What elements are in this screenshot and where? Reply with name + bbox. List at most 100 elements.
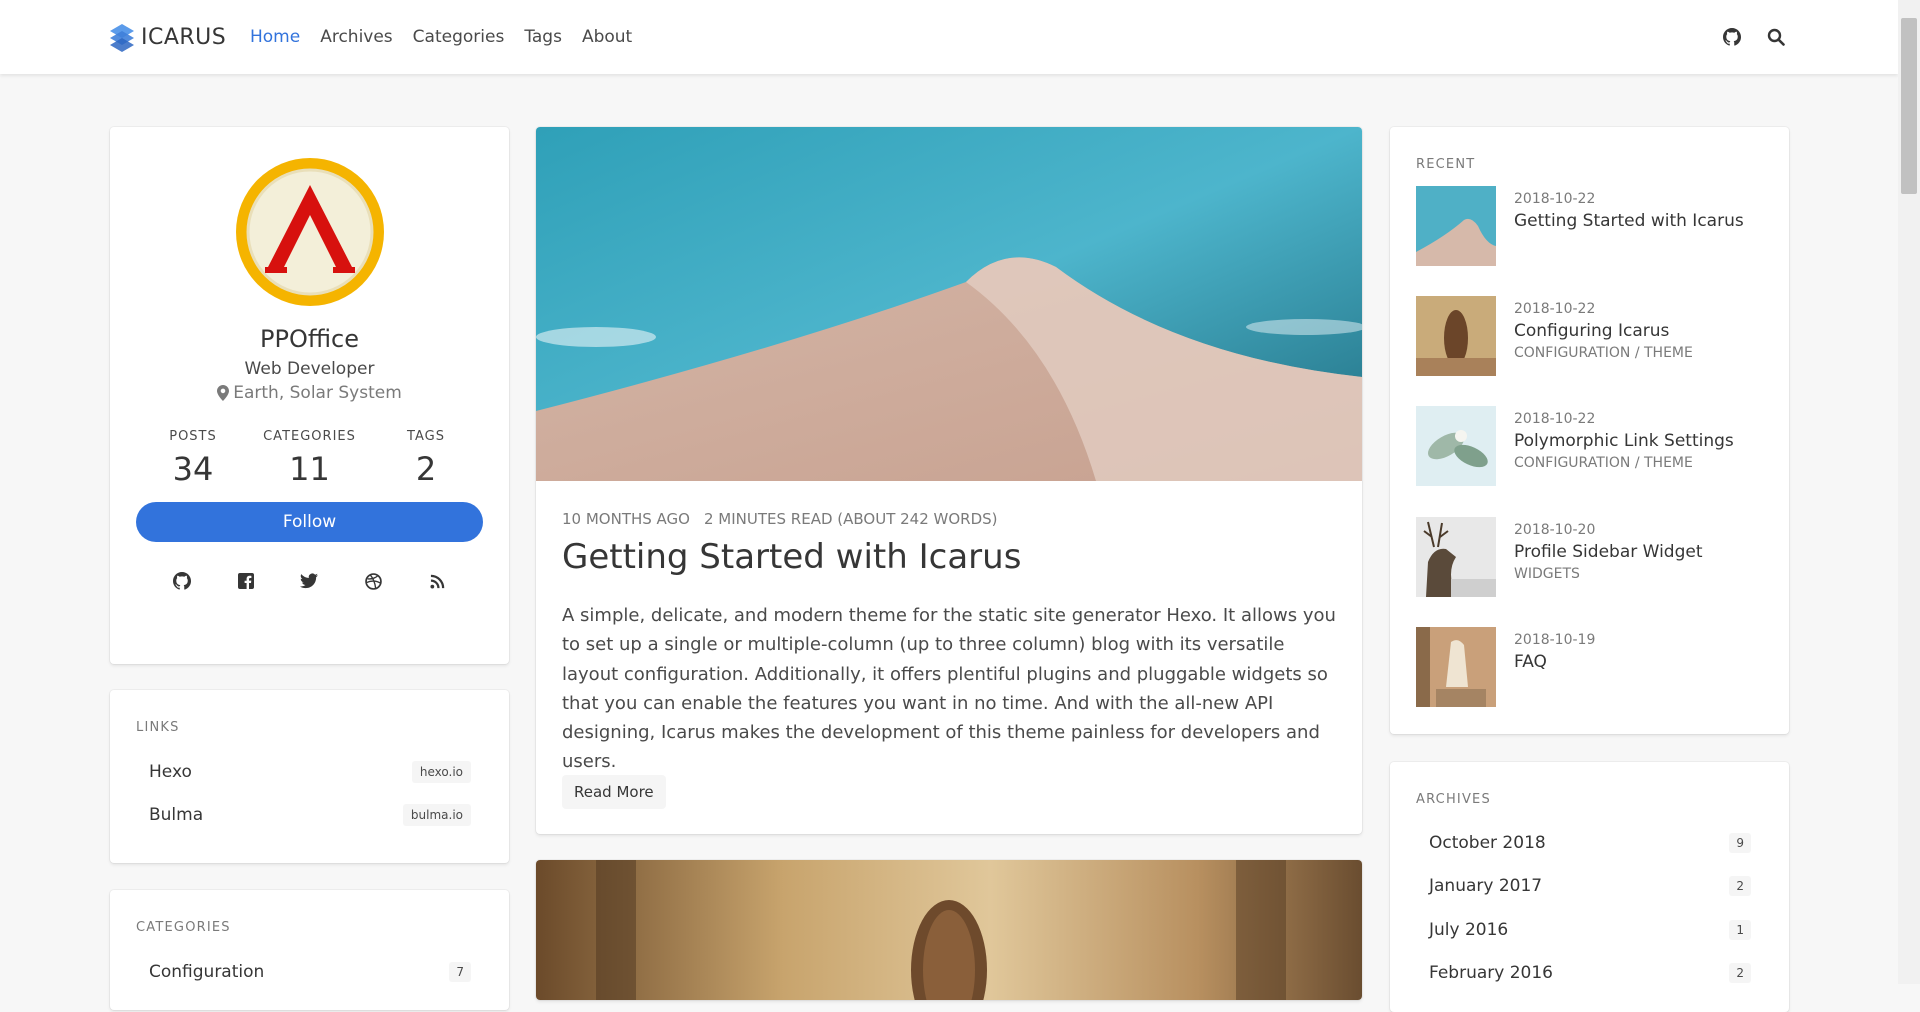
archive-month[interactable]: July 2016 <box>1416 920 1508 940</box>
recent-post-date: 2018-10-20 <box>1514 522 1596 538</box>
recent-post-item[interactable]: 2018-10-22 Configuring Icarus CONFIGURAT… <box>1416 296 1766 376</box>
recent-post-thumbnail[interactable] <box>1416 627 1496 707</box>
profile-title: Web Developer <box>244 359 375 379</box>
nav-actions <box>1722 0 1786 74</box>
post-time: 10 MONTHS AGO <box>562 510 690 528</box>
recent-post-item[interactable]: 2018-10-20 Profile Sidebar Widget WIDGET… <box>1416 517 1766 597</box>
recent-post-title[interactable]: FAQ <box>1514 652 1595 672</box>
page-scrollbar[interactable] <box>1898 0 1920 984</box>
post-cover-image[interactable] <box>536 127 1362 481</box>
post-title[interactable]: Getting Started with Icarus <box>562 537 1021 577</box>
stat-value: 34 <box>172 450 214 488</box>
stat-label: POSTS <box>169 429 217 444</box>
follow-button[interactable]: Follow <box>136 502 483 542</box>
archive-count: 9 <box>1729 833 1751 853</box>
archive-item[interactable]: January 2017 2 <box>1416 871 1751 901</box>
recent-posts-widget: RECENT 2018-10-22 Getting Started with I… <box>1390 127 1789 734</box>
archive-month[interactable]: February 2016 <box>1416 963 1553 983</box>
recent-post-item[interactable]: 2018-10-22 Polymorphic Link Settings CON… <box>1416 406 1766 486</box>
stat-value: 11 <box>289 450 330 488</box>
recent-post-date: 2018-10-22 <box>1514 411 1596 427</box>
categories-widget: CATEGORIES Configuration 7 <box>110 890 509 1010</box>
archive-item[interactable]: July 2016 1 <box>1416 915 1751 945</box>
read-more-button[interactable]: Read More <box>562 775 666 809</box>
post-excerpt: A simple, delicate, and modern theme for… <box>562 605 1336 773</box>
github-icon[interactable] <box>171 570 193 592</box>
post-read-time: 2 MINUTES READ (ABOUT 242 WORDS) <box>703 510 998 528</box>
stat-label: CATEGORIES <box>263 429 356 444</box>
recent-post-thumbnail[interactable] <box>1416 186 1496 266</box>
post-meta: 10 MONTHS AGO 2 MINUTES READ (ABOUT 242 … <box>562 510 998 528</box>
scrollbar-thumb[interactable] <box>1901 18 1917 194</box>
archive-item[interactable]: October 2018 9 <box>1416 828 1751 858</box>
recent-post-categories: CONFIGURATION / THEME <box>1514 455 1734 471</box>
recent-post-title[interactable]: Polymorphic Link Settings <box>1514 431 1734 451</box>
main-nav: Home Archives Categories Tags About <box>240 0 642 74</box>
nav-categories[interactable]: Categories <box>403 27 515 47</box>
post-cover-image[interactable] <box>536 860 1362 1000</box>
category-link[interactable]: CONFIGURATION <box>1514 455 1630 471</box>
recent-post-date: 2018-10-22 <box>1514 191 1596 207</box>
categories-heading: CATEGORIES <box>136 920 231 935</box>
archives-widget: ARCHIVES October 2018 9 January 2017 2 J… <box>1390 762 1789 1012</box>
search-icon[interactable] <box>1766 27 1786 47</box>
category-count: 7 <box>449 962 471 982</box>
category-name[interactable]: Configuration <box>136 962 264 982</box>
stat-posts[interactable]: POSTS 34 <box>138 429 248 488</box>
recent-heading: RECENT <box>1416 157 1476 172</box>
layers-logo-icon <box>110 24 134 52</box>
facebook-icon[interactable] <box>235 570 257 592</box>
recent-post-title[interactable]: Profile Sidebar Widget <box>1514 542 1703 562</box>
archive-count: 2 <box>1729 876 1751 896</box>
brand-name: ICARUS <box>141 24 227 50</box>
social-links <box>150 570 469 592</box>
nav-about[interactable]: About <box>572 27 642 47</box>
profile-location: Earth, Solar System <box>110 383 509 403</box>
recent-post-title[interactable]: Getting Started with Icarus <box>1514 211 1744 231</box>
recent-post-thumbnail[interactable] <box>1416 517 1496 597</box>
nav-home[interactable]: Home <box>240 27 310 47</box>
link-url-tag: bulma.io <box>402 804 471 826</box>
archive-month[interactable]: January 2017 <box>1416 876 1542 896</box>
nav-tags[interactable]: Tags <box>514 27 572 47</box>
category-separator: / <box>1630 345 1644 361</box>
avatar <box>235 158 384 306</box>
stat-value: 2 <box>415 450 437 488</box>
archives-heading: ARCHIVES <box>1416 792 1491 807</box>
profile-location-text: Earth, Solar System <box>233 383 402 403</box>
link-name[interactable]: Bulma <box>136 805 203 825</box>
stat-label: TAGS <box>407 429 445 444</box>
post-card <box>536 860 1362 1000</box>
recent-post-thumbnail[interactable] <box>1416 406 1496 486</box>
recent-post-categories: CONFIGURATION / THEME <box>1514 345 1693 361</box>
map-marker-icon <box>217 385 230 401</box>
category-link[interactable]: THEME <box>1644 455 1693 471</box>
brand-logo[interactable]: ICARUS <box>109 22 226 52</box>
recent-post-thumbnail[interactable] <box>1416 296 1496 376</box>
stat-categories[interactable]: CATEGORIES 11 <box>255 429 365 488</box>
recent-post-title[interactable]: Configuring Icarus <box>1514 321 1693 341</box>
post-card: 10 MONTHS AGO 2 MINUTES READ (ABOUT 242 … <box>536 127 1362 834</box>
dribbble-icon[interactable] <box>362 570 384 592</box>
recent-post-item[interactable]: 2018-10-19 FAQ <box>1416 627 1766 707</box>
rss-icon[interactable] <box>426 570 448 592</box>
profile-widget: PPOffice Web Developer Earth, Solar Syst… <box>110 127 509 664</box>
link-item[interactable]: Bulma bulma.io <box>136 800 471 830</box>
recent-post-item[interactable]: 2018-10-22 Getting Started with Icarus <box>1416 186 1766 266</box>
link-url-tag: hexo.io <box>411 761 471 783</box>
archive-month[interactable]: October 2018 <box>1416 833 1546 853</box>
twitter-icon[interactable] <box>298 570 320 592</box>
category-link[interactable]: CONFIGURATION <box>1514 345 1630 361</box>
link-item[interactable]: Hexo hexo.io <box>136 757 471 787</box>
link-name[interactable]: Hexo <box>136 762 192 782</box>
nav-archives[interactable]: Archives <box>310 27 402 47</box>
archive-count: 2 <box>1729 963 1751 983</box>
top-navbar: ICARUS Home Archives Categories Tags Abo… <box>0 0 1898 74</box>
github-icon[interactable] <box>1722 27 1742 47</box>
links-widget: LINKS Hexo hexo.io Bulma bulma.io <box>110 690 509 863</box>
category-link[interactable]: WIDGETS <box>1514 566 1580 582</box>
stat-tags[interactable]: TAGS 2 <box>371 429 481 488</box>
category-link[interactable]: THEME <box>1644 345 1693 361</box>
archive-count: 1 <box>1729 920 1751 940</box>
category-item[interactable]: Configuration 7 <box>136 957 471 987</box>
